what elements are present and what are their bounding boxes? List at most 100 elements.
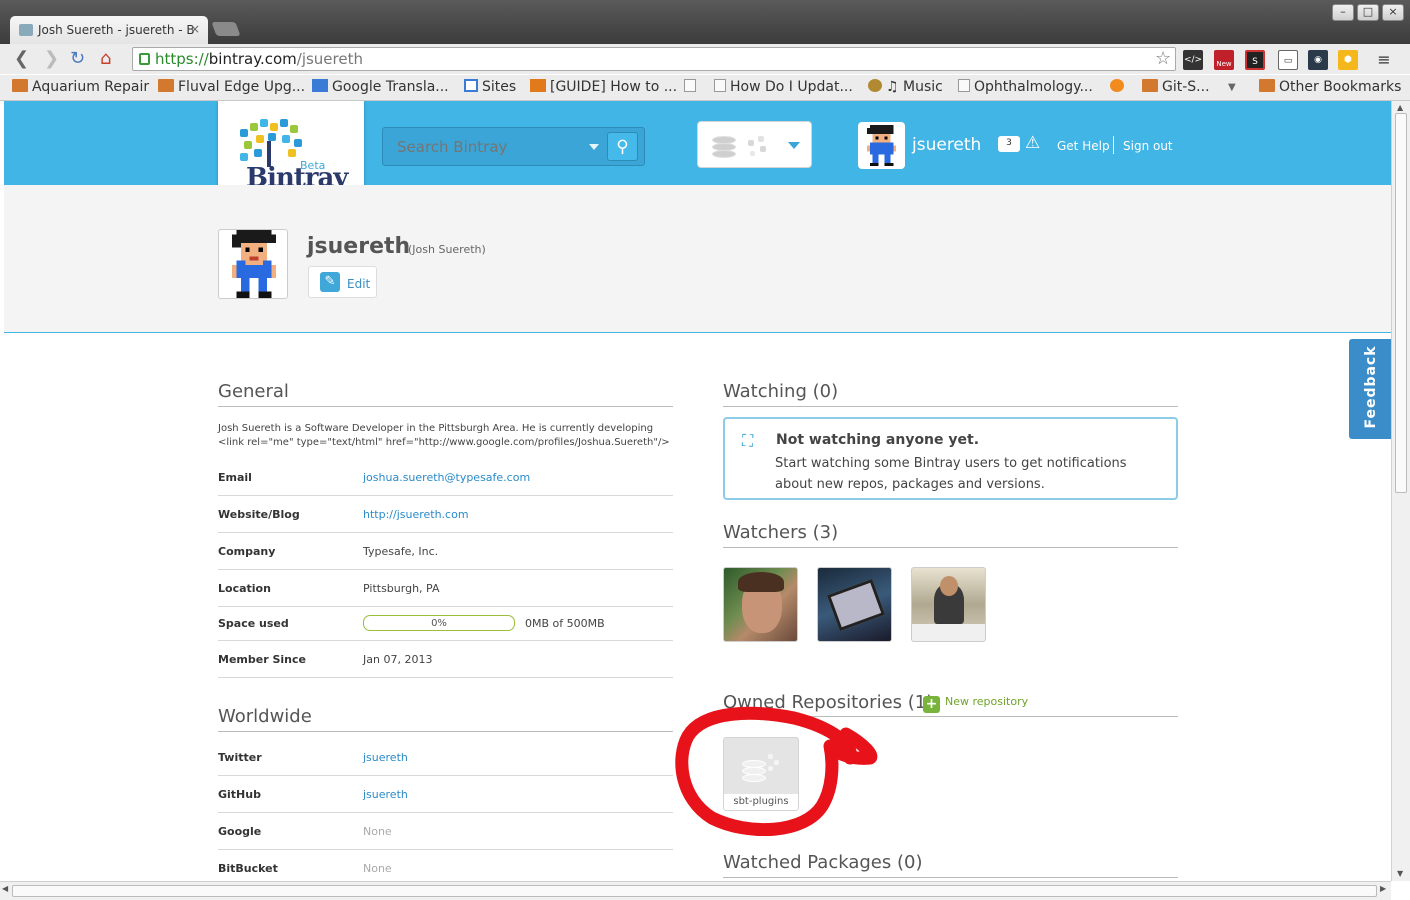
bintray-header: ⚲ — [4, 101, 1391, 185]
feedback-tab[interactable]: Feedback — [1349, 339, 1391, 439]
divider — [218, 495, 673, 496]
back-icon[interactable]: ❮ — [14, 48, 29, 69]
google-label: Google — [218, 825, 262, 838]
bookmark-star-icon[interactable]: ☆ — [1155, 48, 1171, 69]
watching-empty-title: Not watching anyone yet. — [776, 432, 980, 448]
browser-tab[interactable]: Josh Suereth - jsuereth - B × — [10, 16, 208, 44]
bitbucket-value: None — [363, 862, 392, 875]
bookmark-fluval-edge[interactable]: Fluval Edge Upg... — [158, 79, 305, 95]
bookmark-label: [GUIDE] How to ... — [550, 79, 678, 95]
logo-dot — [268, 133, 276, 141]
logo-dot — [290, 125, 298, 133]
divider — [218, 731, 673, 732]
watcher-avatar[interactable] — [911, 567, 986, 642]
avatar[interactable] — [858, 122, 905, 169]
edit-profile-button[interactable]: ✎ Edit — [308, 266, 377, 298]
new-extension-icon[interactable]: New — [1214, 50, 1234, 70]
reload-icon[interactable]: ↻ — [70, 48, 85, 69]
watching-empty-notice: ⛶ Not watching anyone yet. Start watchin… — [723, 417, 1178, 500]
logo-dot — [240, 153, 248, 161]
bookmark-xda-guide[interactable]: [GUIDE] How to ... — [530, 79, 677, 95]
messages-icon[interactable]: 3 — [998, 136, 1020, 152]
logo-dot — [280, 119, 288, 127]
bookmark-label: Aquarium Repair — [32, 79, 150, 95]
bookmark-label: Sites — [482, 79, 517, 95]
search-input[interactable] — [397, 138, 577, 156]
scroll-left-icon[interactable]: ◀ — [2, 884, 8, 893]
bookmarks-overflow-icon[interactable]: ▼ — [1228, 82, 1236, 93]
logo-dot — [256, 135, 264, 143]
general-title: General — [218, 381, 289, 402]
bitbucket-label: BitBucket — [218, 862, 278, 875]
search-dropdown-icon[interactable] — [589, 144, 599, 150]
scroll-up-icon[interactable]: ▲ — [1397, 103, 1403, 112]
repositories-menu-button[interactable] — [697, 121, 812, 168]
twitter-link[interactable]: jsuereth — [363, 751, 408, 764]
address-bar[interactable]: https://bintray.com/jsuereth — [132, 47, 1176, 71]
logo-dot — [244, 141, 252, 149]
close-window-button[interactable]: × — [1382, 4, 1404, 21]
page-icon — [958, 79, 970, 92]
bookmark-other-bookmarks[interactable]: Other Bookmarks — [1259, 79, 1401, 95]
divider — [218, 849, 673, 850]
watching-empty-text: Start watching some Bintray users to get… — [775, 456, 1127, 492]
website-link[interactable]: http://jsuereth.com — [363, 508, 469, 521]
bookmark-aquarium-repair[interactable]: Aquarium Repair — [12, 79, 149, 95]
new-repository-button[interactable]: + New repository — [923, 695, 1028, 713]
bookmark-blank-page[interactable] — [684, 79, 700, 95]
space-used-percent: 0% — [431, 618, 447, 629]
divider — [723, 547, 1178, 548]
bookmark-git-s[interactable]: Git-S... — [1142, 79, 1210, 95]
new-tab-button[interactable] — [211, 22, 241, 36]
watcher-avatar[interactable] — [817, 567, 892, 642]
scroll-down-icon[interactable]: ▼ — [1397, 869, 1403, 878]
tab-close-icon[interactable]: × — [190, 22, 200, 36]
vertical-scrollbar[interactable]: ▲ ▼ — [1391, 101, 1410, 881]
horizontal-scrollbar[interactable]: ◀ ▶ — [0, 881, 1391, 900]
bookmark-google-translate[interactable]: Google Transla... — [312, 79, 449, 95]
plus-icon: + — [923, 696, 940, 713]
url-path: /jsuereth — [296, 50, 363, 68]
scroll-right-icon[interactable]: ▶ — [1380, 884, 1386, 893]
company-label: Company — [218, 545, 276, 558]
home-icon[interactable]: ⌂ — [100, 48, 111, 69]
vertical-scrollbar-thumb[interactable] — [1395, 113, 1407, 493]
bookmark-music[interactable]: ♫ Music — [868, 79, 943, 95]
new-repository-label: New repository — [945, 695, 1029, 708]
bookmark-bitcoin[interactable] — [1110, 79, 1128, 95]
logo-dot — [288, 149, 296, 157]
watching-title: Watching (0) — [723, 381, 839, 402]
divider — [218, 677, 673, 678]
xml-extension-icon[interactable]: </> — [1183, 50, 1203, 70]
sites-icon — [464, 79, 478, 92]
header-username[interactable]: jsuereth — [912, 135, 981, 155]
bitcoin-icon — [1110, 79, 1124, 92]
bookmark-ophthalmology[interactable]: Ophthalmology... — [958, 79, 1093, 95]
twitter-label: Twitter — [218, 751, 262, 764]
s-extension-icon[interactable]: S — [1245, 50, 1265, 70]
profile-fullname: (Josh Suereth) — [408, 243, 486, 256]
owl-extension-icon[interactable]: ◉ — [1308, 50, 1328, 70]
hex-extension-icon[interactable]: ⬢ — [1338, 50, 1358, 70]
screen-extension-icon[interactable]: ▭ — [1278, 50, 1298, 70]
forward-icon[interactable]: ❯ — [44, 48, 59, 69]
logo-dot — [250, 123, 258, 131]
search-icon: ⚲ — [616, 137, 629, 157]
bookmark-how-do-i-update[interactable]: How Do I Updat... — [714, 79, 853, 95]
minimize-button[interactable]: – — [1332, 4, 1354, 21]
email-link[interactable]: joshua.suereth@typesafe.com — [363, 471, 530, 484]
warning-icon[interactable]: ⚠ — [1025, 133, 1040, 153]
sign-out-link[interactable]: Sign out — [1123, 139, 1173, 153]
maximize-button[interactable]: □ — [1357, 4, 1379, 21]
horizontal-scrollbar-thumb[interactable] — [12, 885, 1377, 897]
github-link[interactable]: jsuereth — [363, 788, 408, 801]
search-button[interactable]: ⚲ — [607, 132, 638, 161]
new-badge-label: New — [1216, 60, 1232, 68]
menu-icon[interactable]: ≡ — [1374, 50, 1394, 70]
get-help-link[interactable]: Get Help — [1057, 139, 1110, 153]
bookmark-sites[interactable]: Sites — [464, 79, 516, 95]
browser-titlebar: Josh Suereth - jsuereth - B × – □ × — [0, 0, 1410, 44]
location-value: Pittsburgh, PA — [363, 582, 440, 595]
space-used-progress: 0% — [363, 615, 515, 631]
watcher-avatar[interactable] — [723, 567, 798, 642]
